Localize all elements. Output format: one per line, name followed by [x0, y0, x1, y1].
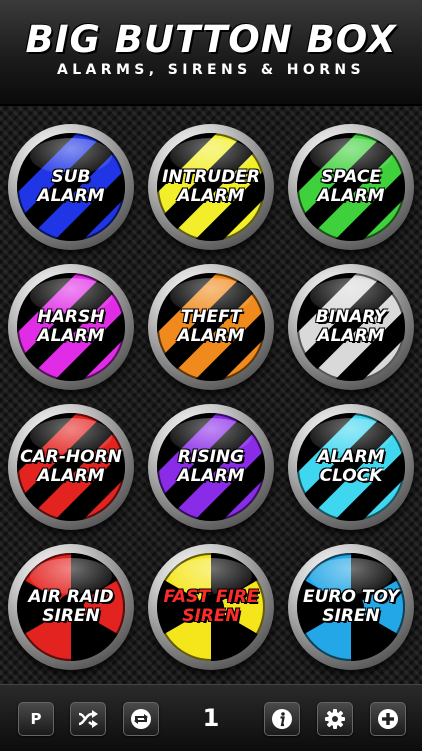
intruder-alarm-button[interactable]: INTRUDER ALARM: [148, 124, 274, 250]
repeat-icon: [131, 709, 151, 729]
button-label: HARSH ALARM: [37, 307, 105, 346]
info-icon: [272, 709, 292, 729]
air-raid-siren-button[interactable]: AIR RAID SIREN: [8, 544, 134, 670]
gear-icon: [325, 709, 345, 729]
button-label: FAST FIRE SIREN: [163, 587, 259, 626]
button-grid: SUB ALARM INTRUDER ALARM SPACE ALARM HAR…: [0, 106, 422, 684]
theft-alarm-button[interactable]: THEFT ALARM: [148, 264, 274, 390]
button-label: EURO TOY SIREN: [303, 587, 399, 626]
car-horn-alarm-button[interactable]: CAR-HORN ALARM: [8, 404, 134, 530]
info-button[interactable]: [264, 702, 300, 736]
repeat-button[interactable]: [123, 702, 159, 736]
button-label: RISING ALARM: [177, 447, 245, 486]
button-label: BINARY ALARM: [315, 307, 387, 346]
binary-alarm-button[interactable]: BINARY ALARM: [288, 264, 414, 390]
button-label: AIR RAID SIREN: [28, 587, 114, 626]
shuffle-icon: [78, 710, 98, 728]
button-label: SUB ALARM: [37, 167, 105, 206]
add-button[interactable]: [370, 702, 406, 736]
page-counter: 1: [202, 704, 220, 732]
alarm-clock-button[interactable]: ALARM CLOCK: [288, 404, 414, 530]
harsh-alarm-button[interactable]: HARSH ALARM: [8, 264, 134, 390]
button-label: SPACE ALARM: [317, 167, 385, 206]
app-header: BIG BUTTON BOX ALARMS, SIRENS & HORNS: [0, 0, 422, 106]
button-label: INTRUDER ALARM: [162, 167, 260, 206]
settings-button[interactable]: [317, 702, 353, 736]
button-label: CAR-HORN ALARM: [20, 447, 122, 486]
p-button[interactable]: P: [18, 702, 54, 736]
plus-icon: [378, 709, 398, 729]
bottom-toolbar: P 1: [0, 684, 422, 751]
fast-fire-siren-button[interactable]: FAST FIRE SIREN: [148, 544, 274, 670]
app-title: BIG BUTTON BOX: [25, 18, 397, 61]
rising-alarm-button[interactable]: RISING ALARM: [148, 404, 274, 530]
shuffle-button[interactable]: [70, 702, 106, 736]
button-label: THEFT ALARM: [177, 307, 245, 346]
button-label: ALARM CLOCK: [317, 447, 385, 486]
euro-toy-siren-button[interactable]: EURO TOY SIREN: [288, 544, 414, 670]
app-subtitle: ALARMS, SIRENS & HORNS: [57, 62, 365, 78]
sub-alarm-button[interactable]: SUB ALARM: [8, 124, 134, 250]
space-alarm-button[interactable]: SPACE ALARM: [288, 124, 414, 250]
